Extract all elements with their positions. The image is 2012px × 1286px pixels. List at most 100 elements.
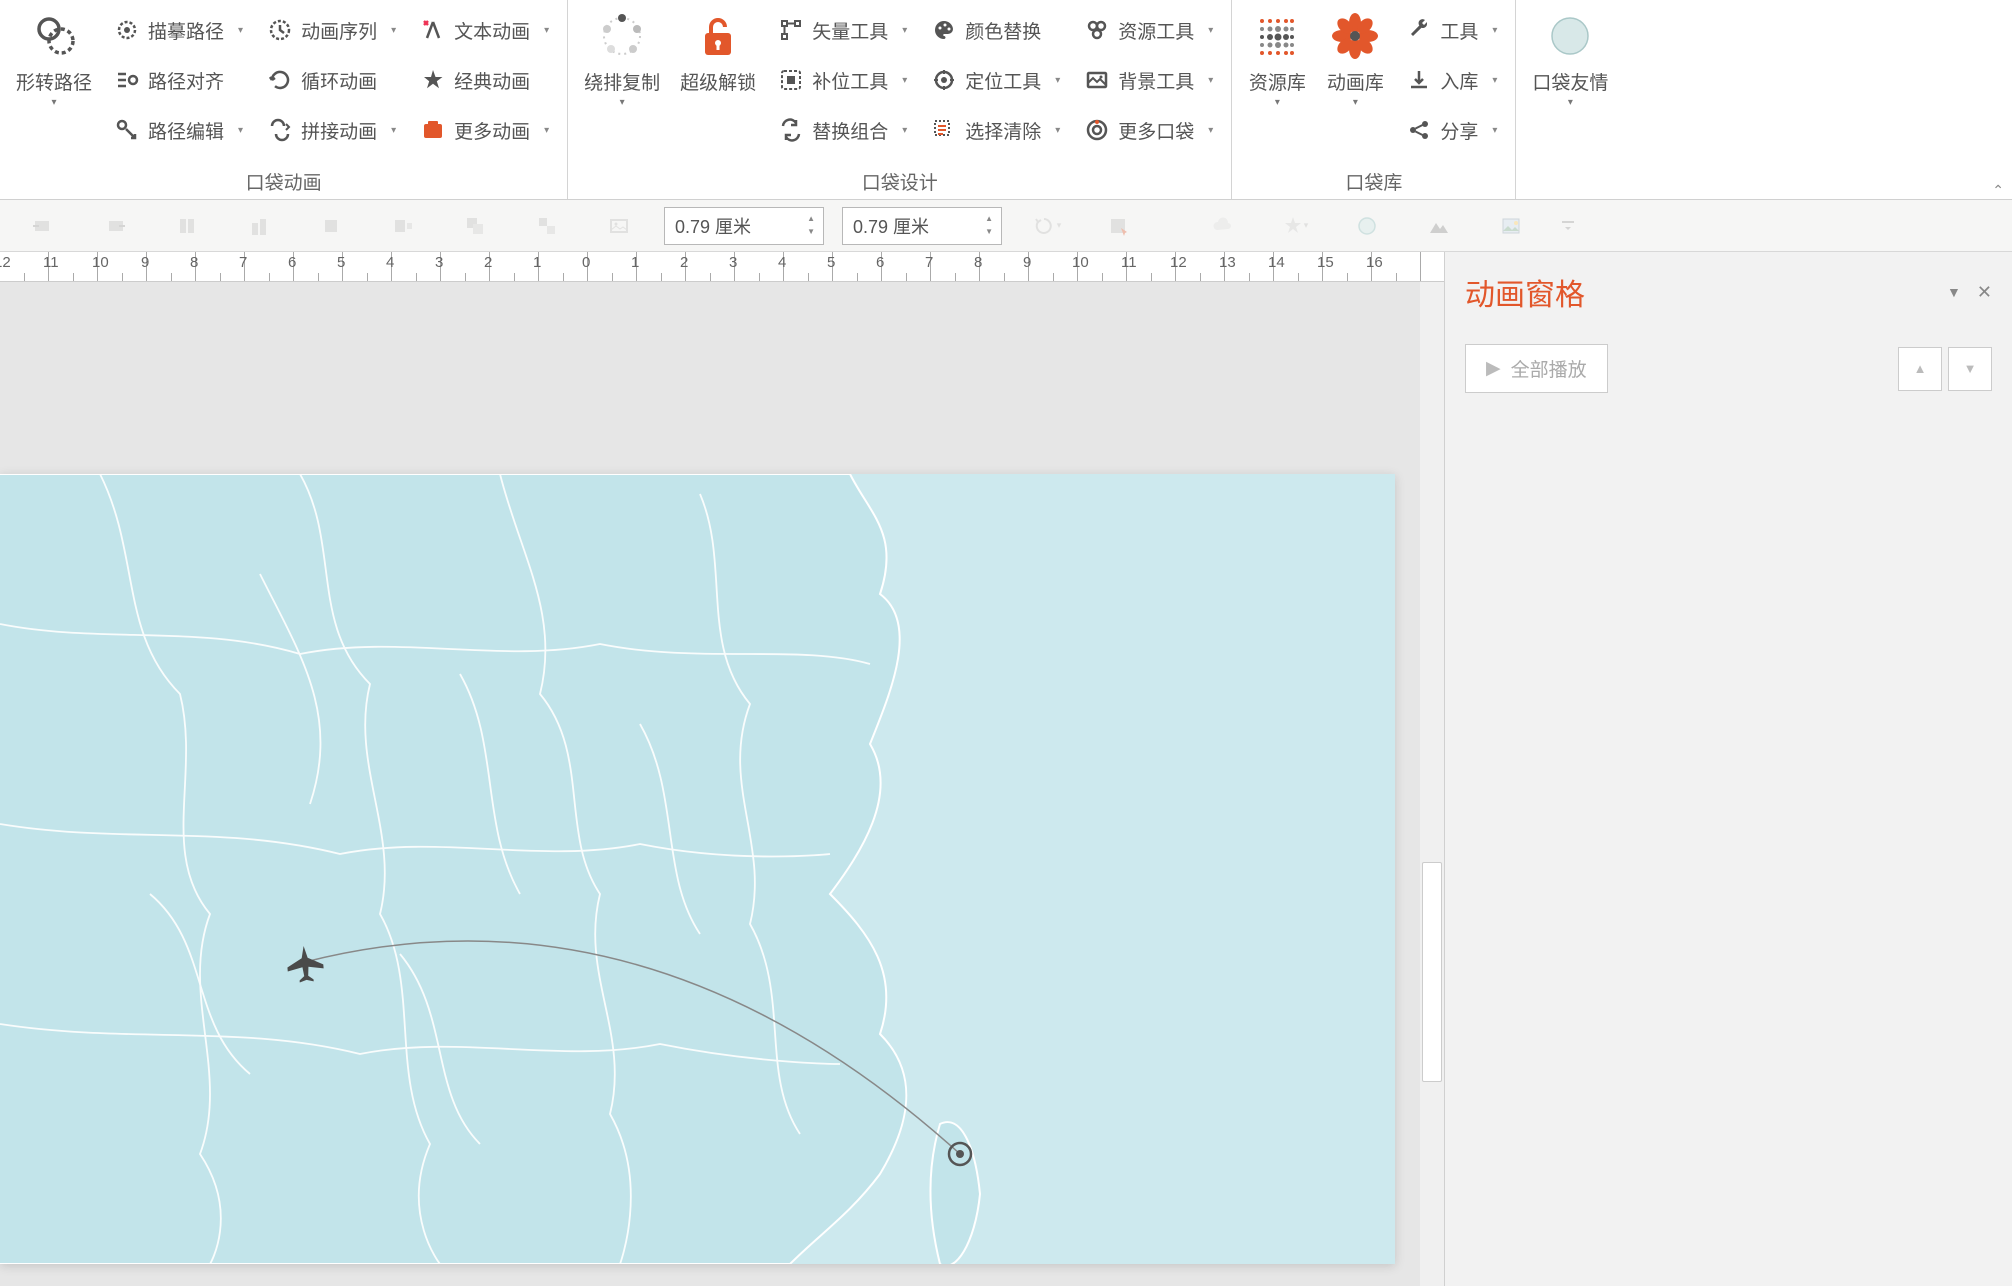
shape-to-path-icon <box>28 10 80 62</box>
locate-tools-button[interactable]: 定位工具 ▾ <box>923 58 1068 102</box>
play-all-button[interactable]: ▶ 全部播放 <box>1465 344 1608 393</box>
tool-picture[interactable] <box>1476 206 1546 246</box>
sequence-icon <box>267 17 293 43</box>
horizontal-ruler: 121110987654321012345678910111213141516 <box>0 252 1444 282</box>
animation-sequence-button[interactable]: 动画序列 ▾ <box>259 8 404 52</box>
scrollbar-thumb[interactable] <box>1422 862 1442 1082</box>
select-clear-button[interactable]: 选择清除 ▾ <box>923 108 1068 152</box>
tool-mountain[interactable] <box>1404 206 1474 246</box>
path-edit-button[interactable]: 路径编辑 ▾ <box>106 108 251 152</box>
select-clear-icon <box>931 117 957 143</box>
text-animation-button[interactable]: 文本动画 ▾ <box>412 8 557 52</box>
ribbon: 形转路径 ▾ 描摹路径 ▾ 路径对齐 路径编辑 ▾ <box>0 0 2012 200</box>
fill-tools-button[interactable]: 补位工具 ▾ <box>770 58 915 102</box>
wrap-copy-icon <box>596 10 648 62</box>
tool-btn-2[interactable] <box>80 206 150 246</box>
main-area: 121110987654321012345678910111213141516 <box>0 252 2012 1286</box>
color-replace-button[interactable]: 颜色替换 <box>923 8 1068 52</box>
more-pocket-button[interactable]: 更多口袋 ▾ <box>1076 108 1221 152</box>
tool-circle-shape[interactable] <box>1332 206 1402 246</box>
slide-canvas[interactable] <box>0 474 1395 1264</box>
spinner-width[interactable]: ▲▼ <box>803 213 819 238</box>
resource-icon <box>1084 17 1110 43</box>
resource-tools-button[interactable]: 资源工具 ▾ <box>1076 8 1221 52</box>
super-unlock-button[interactable]: 超级解锁 <box>670 4 766 97</box>
group-label-library: 口袋库 <box>1238 164 1509 197</box>
group-label-animation: 口袋动画 <box>6 164 561 197</box>
wrench-icon <box>1406 17 1432 43</box>
spinner-height[interactable]: ▲▼ <box>981 213 997 238</box>
caret-icon: ▾ <box>1208 25 1213 36</box>
caret-icon: ▾ <box>1055 75 1060 86</box>
caret-icon: ▾ <box>1353 97 1358 108</box>
tool-btn-8[interactable] <box>512 206 582 246</box>
replace-icon <box>778 117 804 143</box>
width-input-container: ▲▼ <box>664 207 824 245</box>
splice-animation-button[interactable]: 拼接动画 ▾ <box>259 108 404 152</box>
path-align-button[interactable]: 路径对齐 <box>106 58 251 102</box>
ribbon-group-animation: 形转路径 ▾ 描摹路径 ▾ 路径对齐 路径编辑 ▾ <box>0 0 568 199</box>
collapse-ribbon-button[interactable]: ⌃ <box>1992 182 2004 199</box>
tool-btn-6[interactable] <box>368 206 438 246</box>
text-anim-icon <box>420 17 446 43</box>
flower-icon <box>1329 10 1381 62</box>
tool-star[interactable]: ▾ <box>1260 206 1330 246</box>
tool-btn-7[interactable] <box>440 206 510 246</box>
caret-icon: ▾ <box>902 75 907 86</box>
caret-icon: ▾ <box>1568 97 1573 108</box>
import-icon <box>1406 67 1432 93</box>
tool-btn-9[interactable] <box>584 206 654 246</box>
shape-to-path-button[interactable]: 形转路径 ▾ <box>6 4 102 110</box>
animation-lib-button[interactable]: 动画库 ▾ <box>1316 4 1394 110</box>
tool-btn-1[interactable] <box>8 206 78 246</box>
pane-dropdown-button[interactable]: ▼ <box>1947 284 1961 300</box>
trace-path-button[interactable]: 描摹路径 ▾ <box>106 8 251 52</box>
more-anim-icon <box>420 117 446 143</box>
tool-overflow[interactable] <box>1548 206 1588 246</box>
vector-icon <box>778 17 804 43</box>
share-icon <box>1406 117 1432 143</box>
tool-select-pane[interactable] <box>1084 206 1154 246</box>
caret-icon: ▾ <box>1208 75 1213 86</box>
wrap-copy-button[interactable]: 绕排复制 ▾ <box>574 4 670 110</box>
caret-icon: ▾ <box>544 125 549 136</box>
pane-close-button[interactable]: ✕ <box>1977 282 1992 303</box>
height-input[interactable] <box>853 215 981 236</box>
vertical-scrollbar[interactable] <box>1420 282 1444 1286</box>
loop-animation-button[interactable]: 循环动画 <box>259 58 404 102</box>
caret-icon: ▾ <box>544 25 549 36</box>
caret-icon: ▾ <box>391 125 396 136</box>
resource-lib-button[interactable]: 资源库 ▾ <box>1238 4 1316 110</box>
move-down-button[interactable]: ▼ <box>1948 347 1992 391</box>
bg-tools-button[interactable]: 背景工具 ▾ <box>1076 58 1221 102</box>
tool-cloud[interactable] <box>1188 206 1258 246</box>
fill-icon <box>778 67 804 93</box>
caret-icon: ▾ <box>1055 125 1060 136</box>
caret-icon: ▾ <box>238 125 243 136</box>
classic-animation-button[interactable]: 经典动画 <box>412 58 557 102</box>
path-edit-icon <box>114 117 140 143</box>
import-lib-button[interactable]: 入库 ▾ <box>1398 58 1505 102</box>
move-up-button[interactable]: ▲ <box>1898 347 1942 391</box>
vector-tools-button[interactable]: 矢量工具 ▾ <box>770 8 915 52</box>
group-label-design: 口袋设计 <box>574 164 1225 197</box>
tool-btn-5[interactable] <box>296 206 366 246</box>
caret-icon: ▾ <box>1208 125 1213 136</box>
more-animation-button[interactable]: 更多动画 ▾ <box>412 108 557 152</box>
pocket-expressions-button[interactable]: 口袋友情 ▾ <box>1522 4 1618 110</box>
tool-btn-4[interactable] <box>224 206 294 246</box>
quick-toolbar: ▲▼ ▲▼ ▾ ▾ <box>0 200 2012 252</box>
replace-combo-button[interactable]: 替换组合 ▾ <box>770 108 915 152</box>
caret-icon: ▾ <box>391 25 396 36</box>
width-input[interactable] <box>675 215 803 236</box>
loop-icon <box>267 67 293 93</box>
tool-btn-3[interactable] <box>152 206 222 246</box>
background-icon <box>1084 67 1110 93</box>
path-align-icon <box>114 67 140 93</box>
share-button[interactable]: 分享 ▾ <box>1398 108 1505 152</box>
shape-to-path-label: 形转路径 <box>16 68 92 95</box>
star-icon <box>420 67 446 93</box>
caret-icon: ▾ <box>1492 25 1497 36</box>
tools-button[interactable]: 工具 ▾ <box>1398 8 1505 52</box>
tool-rotate[interactable]: ▾ <box>1012 206 1082 246</box>
